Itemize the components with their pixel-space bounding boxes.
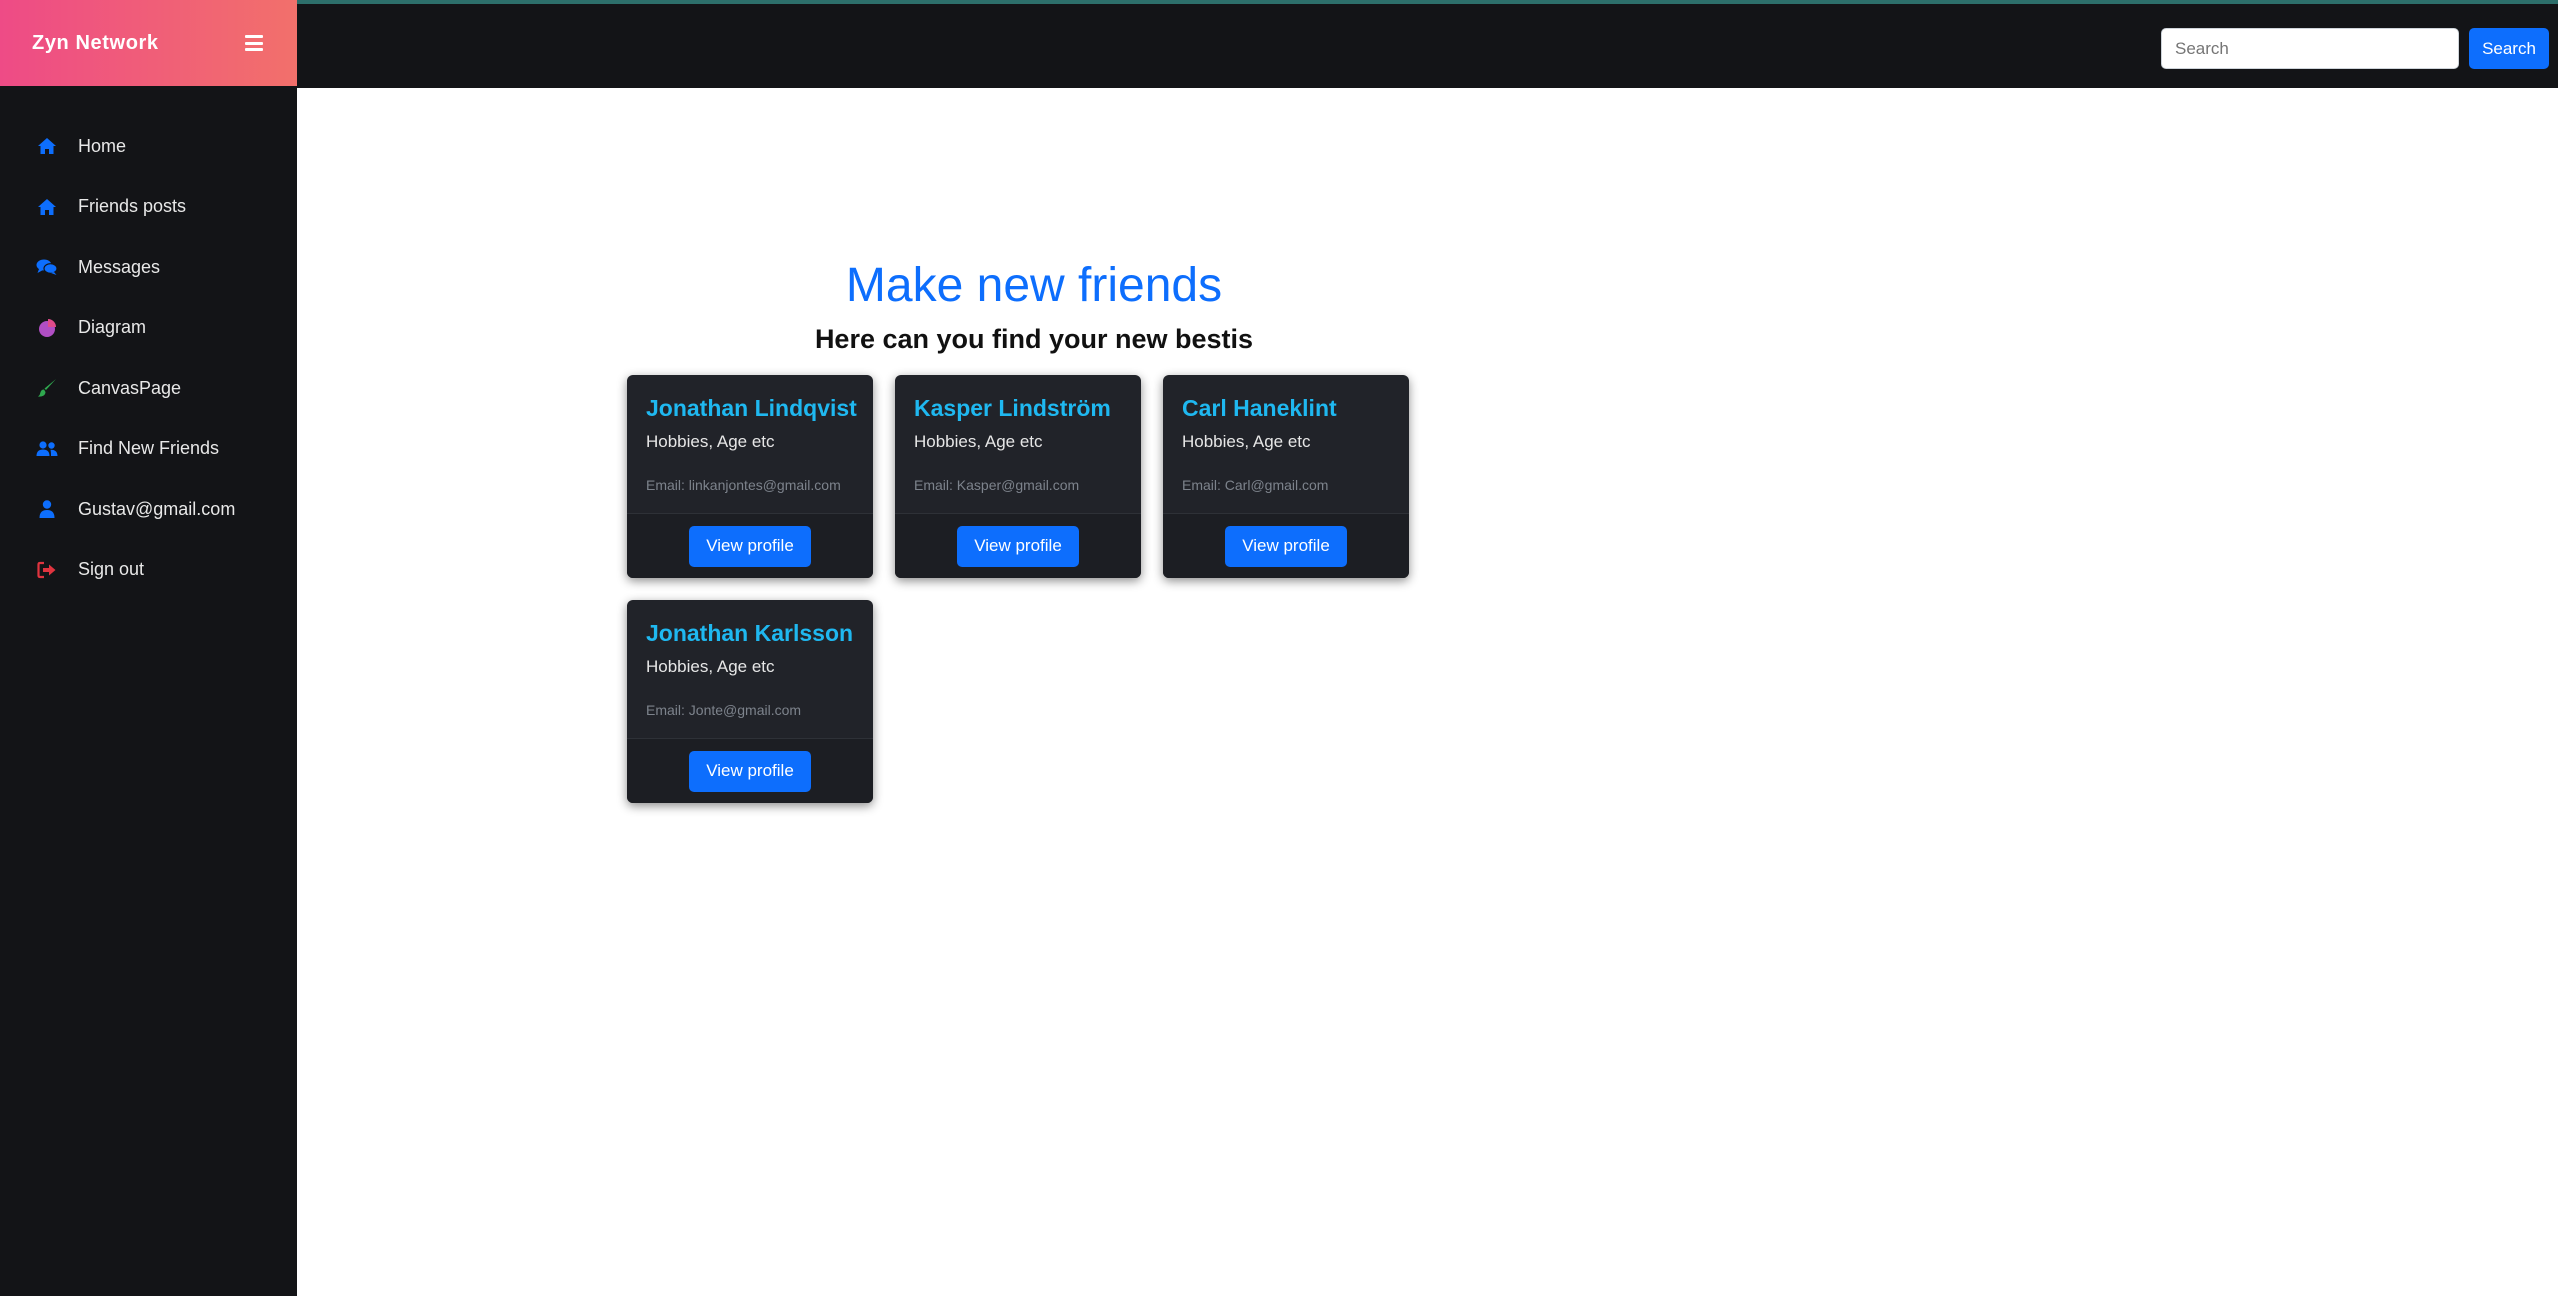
sidebar-item-label: Messages xyxy=(78,256,161,277)
sidebar-item-diagram[interactable]: Diagram xyxy=(0,298,297,359)
search-input[interactable] xyxy=(2161,28,2459,69)
users-icon xyxy=(36,438,58,460)
sidebar-item-friends-posts[interactable]: Friends posts xyxy=(0,177,297,238)
card-footer: View profile xyxy=(627,513,873,578)
user-icon xyxy=(36,498,58,520)
pie-chart-icon xyxy=(36,317,58,339)
paintbrush-icon xyxy=(36,377,58,399)
home-icon xyxy=(36,135,58,157)
top-navbar: Search xyxy=(297,0,2558,88)
friend-card: Jonathan Lindqvist Hobbies, Age etc Emai… xyxy=(627,375,873,578)
friend-card: Jonathan Karlsson Hobbies, Age etc Email… xyxy=(627,600,873,803)
sidebar-item-label: Diagram xyxy=(78,317,147,338)
sidebar-item-label: Home xyxy=(78,135,127,156)
search-button[interactable]: Search xyxy=(2469,28,2549,69)
sidebar-item-label: CanvasPage xyxy=(78,377,182,398)
sidebar-item-home[interactable]: Home xyxy=(0,116,297,177)
sidebar-item-sign-out[interactable]: Sign out xyxy=(0,540,297,601)
sidebar-item-label: Friends posts xyxy=(78,196,187,217)
card-footer: View profile xyxy=(1163,513,1409,578)
view-profile-button[interactable]: View profile xyxy=(689,525,811,567)
sidebar-item-label: Gustav@gmail.com xyxy=(78,498,236,519)
home-icon xyxy=(36,196,58,218)
card-footer: View profile xyxy=(627,738,873,803)
card-footer: View profile xyxy=(895,513,1141,578)
page-title: Make new friends xyxy=(845,259,1223,312)
view-profile-button[interactable]: View profile xyxy=(689,750,811,792)
friend-card: Kasper Lindström Hobbies, Age etc Email:… xyxy=(895,375,1141,578)
sign-out-icon xyxy=(36,559,58,581)
sidebar: Zyn Network Home Friends posts Messages xyxy=(0,0,297,1296)
friend-email: Email: Jonte@gmail.com xyxy=(646,702,802,718)
friend-email: Email: linkanjontes@gmail.com xyxy=(646,477,841,493)
sidebar-item-label: Find New Friends xyxy=(78,438,220,459)
friend-name: Jonathan Lindqvist xyxy=(646,395,857,421)
comments-icon xyxy=(36,256,58,278)
friend-info: Hobbies, Age etc xyxy=(646,657,775,676)
friend-email: Email: Carl@gmail.com xyxy=(1182,477,1329,493)
view-profile-button[interactable]: View profile xyxy=(957,525,1079,567)
friend-info: Hobbies, Age etc xyxy=(1182,432,1311,451)
friend-info: Hobbies, Age etc xyxy=(914,432,1043,451)
friend-name: Kasper Lindström xyxy=(914,395,1111,421)
sidebar-item-messages[interactable]: Messages xyxy=(0,237,297,298)
sidebar-item-label: Sign out xyxy=(78,559,145,580)
sidebar-item-find-new-friends[interactable]: Find New Friends xyxy=(0,419,297,480)
brand-header: Zyn Network xyxy=(0,0,297,86)
page-subtitle: Here can you find your new bestis xyxy=(814,324,1254,354)
friend-info: Hobbies, Age etc xyxy=(646,432,775,451)
brand-name[interactable]: Zyn Network xyxy=(32,32,159,55)
friend-email: Email: Kasper@gmail.com xyxy=(914,477,1080,493)
sidebar-nav: Home Friends posts Messages Diagram Canv… xyxy=(0,86,297,600)
sidebar-item-canvaspage[interactable]: CanvasPage xyxy=(0,358,297,419)
sidebar-item-profile[interactable]: Gustav@gmail.com xyxy=(0,479,297,540)
menu-toggle-icon[interactable] xyxy=(245,35,263,51)
friend-card: Carl Haneklint Hobbies, Age etc Email: C… xyxy=(1163,375,1409,578)
view-profile-button[interactable]: View profile xyxy=(1225,525,1347,567)
friend-name: Jonathan Karlsson xyxy=(646,620,854,646)
friend-name: Carl Haneklint xyxy=(1182,395,1337,421)
